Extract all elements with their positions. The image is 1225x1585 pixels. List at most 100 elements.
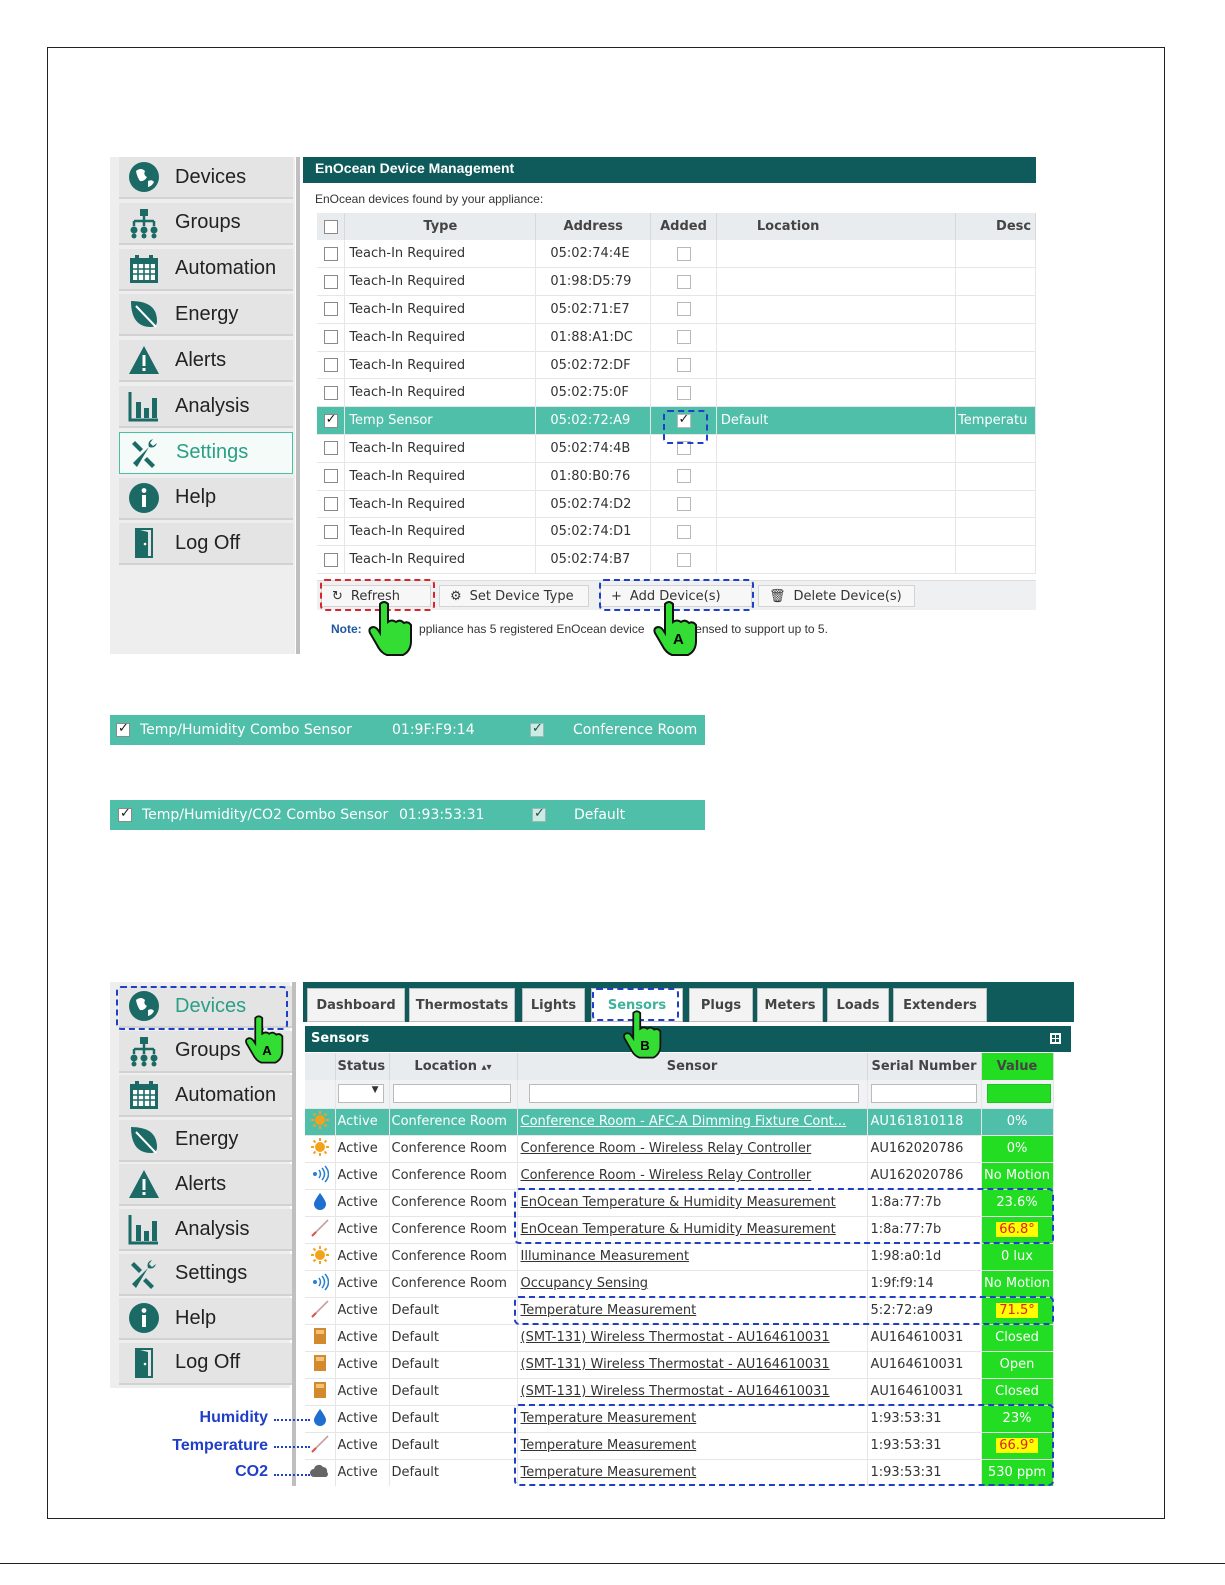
warning-icon: [127, 1167, 161, 1201]
row-checkbox[interactable]: [323, 358, 338, 373]
device-row[interactable]: Teach-In Required 05:02:71:E7: [317, 295, 1036, 324]
nav-item-help[interactable]: Help: [119, 477, 293, 520]
col-address[interactable]: Address: [535, 213, 652, 240]
sensor-name-link[interactable]: (SMT-131) Wireless Thermostat - AU164610…: [521, 1357, 830, 1372]
row-checkbox[interactable]: [323, 441, 338, 456]
nav-item-alerts[interactable]: Alerts: [119, 340, 293, 383]
sensor-name-link[interactable]: EnOcean Temperature & Humidity Measureme…: [521, 1222, 836, 1237]
col-added[interactable]: Added: [650, 213, 717, 240]
sensor-name-link[interactable]: Illuminance Measurement: [521, 1249, 690, 1264]
tab-dashboard[interactable]: Dashboard: [307, 988, 405, 1022]
col-sensor[interactable]: Sensor: [517, 1053, 868, 1080]
sensor-name-link[interactable]: (SMT-131) Wireless Thermostat - AU164610…: [521, 1384, 830, 1399]
co2-combo-sensor-row[interactable]: Temp/Humidity/CO2 Combo Sensor 01:93:53:…: [110, 800, 705, 830]
sensor-name-link[interactable]: EnOcean Temperature & Humidity Measureme…: [521, 1195, 836, 1210]
col-type[interactable]: Type: [344, 213, 537, 240]
row-checkbox[interactable]: [323, 274, 338, 289]
nav-item-help[interactable]: Help: [119, 1298, 293, 1341]
combo-sensor-row[interactable]: Temp/Humidity Combo Sensor 01:9F:F9:14 C…: [110, 715, 705, 745]
select-all-checkbox[interactable]: [323, 219, 338, 234]
row-checkbox[interactable]: [323, 330, 338, 345]
sensor-name-link[interactable]: Temperature Measurement: [521, 1438, 697, 1453]
sensor-row[interactable]: Active Default Temperature Measurement 1:93…: [305, 1405, 1054, 1433]
tab-thermostats[interactable]: Thermostats: [409, 988, 515, 1022]
row-checkbox[interactable]: [323, 552, 338, 567]
col-location[interactable]: Location ▴▾: [389, 1053, 518, 1080]
sensor-row[interactable]: Active Conference Room Conference Room - W…: [305, 1135, 1054, 1163]
sensor-name-link[interactable]: Conference Room - Wireless Relay Control…: [521, 1168, 812, 1183]
sensor-name-link[interactable]: Temperature Measurement: [521, 1303, 697, 1318]
nav-item-settings[interactable]: Settings: [119, 1253, 293, 1296]
device-row[interactable]: Teach-In Required 05:02:75:0F: [317, 378, 1036, 408]
sensor-row[interactable]: Active Conference Room Conference Room - W…: [305, 1162, 1054, 1190]
sensor-name-link[interactable]: Conference Room - AFC-A Dimming Fixture …: [521, 1114, 847, 1129]
sensor-row[interactable]: Active Default (SMT-131) Wireless Thermost…: [305, 1351, 1054, 1379]
device-row[interactable]: Teach-In Required 05:02:74:4B: [317, 434, 1036, 463]
row-checkbox[interactable]: [323, 412, 338, 428]
added-checkbox: [530, 721, 544, 737]
nav-item-analysis[interactable]: Analysis: [119, 1209, 293, 1251]
device-row[interactable]: Teach-In Required 01:80:B0:76: [317, 462, 1036, 491]
row-checkbox[interactable]: [323, 302, 338, 317]
tab-meters[interactable]: Meters: [757, 988, 823, 1022]
col-location[interactable]: Location: [716, 213, 957, 240]
device-row[interactable]: Teach-In Required 05:02:74:D2: [317, 490, 1036, 519]
nav-item-devices[interactable]: Devices: [119, 157, 293, 199]
row-checkbox[interactable]: [116, 721, 130, 737]
delete-devices-button[interactable]: 🗑 Delete Device(s): [758, 585, 915, 607]
grid-icon[interactable]: [1050, 1033, 1061, 1044]
device-row[interactable]: Teach-In Required 05:02:74:4E: [317, 240, 1036, 269]
device-row[interactable]: Temp Sensor05:02:72:A9 DefaultTemperatu: [317, 406, 1036, 436]
sensor-row[interactable]: Active Conference Room Illuminance Measure…: [305, 1243, 1054, 1271]
sensor-row[interactable]: Active Default (SMT-131) Wireless Thermost…: [305, 1378, 1054, 1406]
nav-item-settings[interactable]: Settings: [119, 431, 293, 474]
sensor-row[interactable]: Active Conference Room Conference Room - A…: [305, 1108, 1054, 1136]
nav-item-alerts[interactable]: Alerts: [119, 1164, 293, 1207]
sensor-row[interactable]: Active Default (SMT-131) Wireless Thermost…: [305, 1324, 1054, 1352]
nav-item-analysis[interactable]: Analysis: [119, 386, 293, 428]
tab-loads[interactable]: Loads: [827, 988, 889, 1022]
status-filter-select[interactable]: ▼: [337, 1084, 384, 1104]
nav-item-automation[interactable]: Automation: [119, 248, 293, 291]
nav-item-log-off[interactable]: Log Off: [119, 523, 293, 566]
nav-item-log-off[interactable]: Log Off: [119, 1342, 293, 1385]
nav-item-automation[interactable]: Automation: [119, 1075, 293, 1118]
nav-item-energy[interactable]: Energy: [119, 294, 293, 337]
value-filter-input[interactable]: [986, 1084, 1051, 1104]
tab-extenders[interactable]: Extenders: [893, 988, 987, 1022]
row-checkbox[interactable]: [118, 806, 132, 822]
sensor-name-link[interactable]: Temperature Measurement: [521, 1411, 697, 1426]
device-row[interactable]: Teach-In Required 05:02:74:B7: [317, 545, 1036, 575]
tab-plugs[interactable]: Plugs: [689, 988, 753, 1022]
device-row[interactable]: Teach-In Required 05:02:72:DF: [317, 351, 1036, 380]
serial-filter-input[interactable]: [870, 1084, 977, 1104]
location-filter-input[interactable]: [392, 1084, 511, 1104]
sensor-name-link[interactable]: Temperature Measurement: [521, 1465, 697, 1480]
set-device-type-button[interactable]: ⚙ Set Device Type: [439, 585, 589, 607]
row-checkbox[interactable]: [323, 246, 338, 261]
sensor-row[interactable]: Active Conference Room Occupancy Sensing 1:…: [305, 1270, 1054, 1298]
row-checkbox[interactable]: [323, 497, 338, 512]
sensor-name-link[interactable]: (SMT-131) Wireless Thermostat - AU164610…: [521, 1330, 830, 1345]
row-checkbox[interactable]: [323, 385, 338, 400]
sensor-filter-input[interactable]: [528, 1084, 859, 1104]
sensor-row[interactable]: Active Default Temperature Measurement 1:93…: [305, 1459, 1054, 1486]
sensor-name-link[interactable]: Occupancy Sensing: [521, 1276, 649, 1291]
sensor-row[interactable]: Active Default Temperature Measurement 5:2:…: [305, 1297, 1054, 1325]
row-checkbox[interactable]: [323, 469, 338, 484]
col-status[interactable]: Status: [335, 1053, 390, 1080]
col-description[interactable]: Desc: [955, 213, 1036, 240]
nav-item-energy[interactable]: Energy: [119, 1119, 293, 1162]
nav-item-groups[interactable]: Groups: [119, 202, 293, 245]
device-row[interactable]: Teach-In Required 01:88:A1:DC: [317, 323, 1036, 352]
sensor-name-link[interactable]: Conference Room - Wireless Relay Control…: [521, 1141, 812, 1156]
row-checkbox[interactable]: [323, 524, 338, 539]
device-row[interactable]: Teach-In Required 05:02:74:D1: [317, 517, 1036, 547]
sensor-row[interactable]: Active Default Temperature Measurement 1:93…: [305, 1432, 1054, 1460]
tab-lights[interactable]: Lights: [522, 988, 585, 1022]
col-value[interactable]: Value: [981, 1053, 1054, 1080]
sensor-row[interactable]: Active Conference Room EnOcean Temperature…: [305, 1189, 1054, 1217]
sensor-row[interactable]: Active Conference Room EnOcean Temperature…: [305, 1216, 1054, 1244]
col-serial[interactable]: Serial Number: [867, 1053, 982, 1080]
device-row[interactable]: Teach-In Required 01:98:D5:79: [317, 267, 1036, 297]
